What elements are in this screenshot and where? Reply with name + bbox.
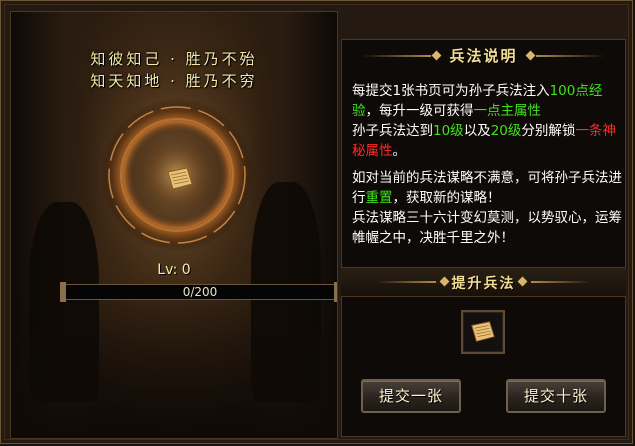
desc-paragraph-2: 孙子兵法达到10级以及20级分别解锁一条神秘属性。	[352, 121, 624, 161]
poem-text: 知彼知己 · 胜乃不殆 知天知地 · 胜乃不穷	[11, 48, 337, 92]
bar-cap-right	[334, 282, 337, 302]
scroll-page-icon	[167, 167, 193, 190]
info-description: 每提交1张书页可为孙子兵法注入100点经验，每升一级可获得一点主属性 孙子兵法达…	[352, 81, 624, 248]
desc-highlight: 20级	[490, 123, 522, 139]
ornament-line-right	[531, 281, 591, 283]
poem-line-1: 知彼知己 · 胜乃不殆	[90, 50, 258, 68]
desc-text: 分别解锁	[521, 123, 576, 139]
desc-highlight: 一点主属性	[473, 103, 542, 119]
scroll-page-icon	[471, 321, 495, 342]
exp-progress-bar: 0/200	[60, 282, 337, 302]
desc-highlight: 重置	[365, 190, 393, 206]
poem-line-2: 知天知地 · 胜乃不穷	[90, 72, 258, 90]
desc-highlight: 10级	[433, 123, 464, 139]
desc-text: 。	[392, 143, 407, 159]
upgrade-header: 提升兵法	[341, 267, 626, 297]
exp-progress-text: 0/200	[182, 285, 218, 299]
ornament-line-right	[536, 55, 606, 57]
desc-text: ，每升一级可获得	[365, 103, 474, 119]
desc-paragraph-1: 每提交1张书页可为孙子兵法注入100点经验，每升一级可获得一点主属性	[352, 81, 624, 121]
submit-one-button[interactable]: 提交一张	[361, 379, 461, 413]
floor-shadow	[11, 288, 337, 438]
art-display: 知彼知己 · 胜乃不殆 知天知地 · 胜乃不穷 Lv: 0 0/200	[10, 11, 338, 439]
desc-text: 以及	[463, 123, 491, 139]
desc-text: 每提交1张书页可为孙子兵法注入	[352, 83, 550, 99]
sun-tzu-panel: 知彼知己 · 胜乃不殆 知天知地 · 胜乃不穷 Lv: 0 0/200 兵法说明…	[0, 0, 633, 444]
desc-paragraph-3: 如对当前的兵法谋略不满意，可将孙子兵法进行重置，获取新的谋略！	[352, 168, 624, 208]
level-label: Lv: 0	[157, 262, 191, 278]
upgrade-header-title: 提升兵法	[451, 276, 516, 292]
desc-text: 孙子兵法达到	[352, 123, 433, 139]
desc-paragraph-4: 兵法谋略三十六计变幻莫测，以势驭心，运筹帷幄之中，决胜千里之外！	[352, 210, 622, 246]
info-header: 兵法说明	[341, 39, 626, 73]
item-slot[interactable]	[461, 310, 505, 354]
submit-ten-button[interactable]: 提交十张	[506, 379, 606, 413]
desc-text: ，获取新的谋略！	[392, 190, 501, 206]
